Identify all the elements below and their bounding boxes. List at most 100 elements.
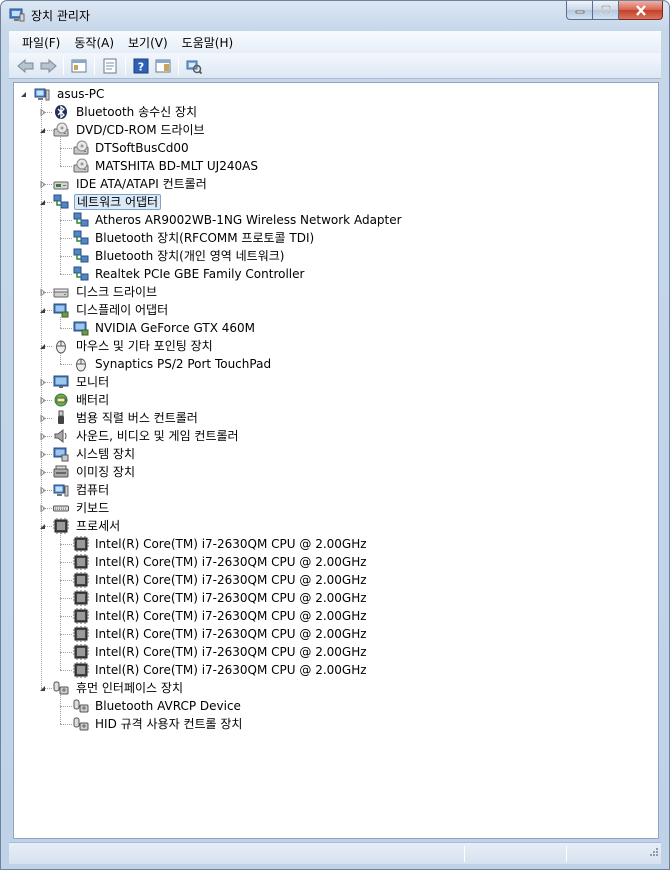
tree-device-node[interactable]: HID 규격 사용자 컨트롤 장치 [14, 715, 654, 733]
expanded-triangle-icon[interactable] [38, 342, 47, 351]
maximize-button[interactable] [593, 1, 619, 20]
scan-hardware-button[interactable] [183, 56, 205, 76]
network-adapter-icon [73, 212, 89, 228]
tree-category-node[interactable]: Bluetooth 송수신 장치 [14, 103, 654, 121]
menu-action[interactable]: 동작(A) [67, 32, 121, 53]
tree-device-node[interactable]: MATSHITA BD-MLT UJ240AS [14, 157, 654, 175]
tree-device-node[interactable]: Intel(R) Core(TM) i7-2630QM CPU @ 2.00GH… [14, 535, 654, 553]
tree-device-node[interactable]: Bluetooth 장치(개인 영역 네트워크) [14, 247, 654, 265]
menu-bar: 파일(F) 동작(A) 보기(V) 도움말(H) [9, 31, 661, 53]
tree-category-node[interactable]: 시스템 장치 [14, 445, 654, 463]
tree-node-label: Intel(R) Core(TM) i7-2630QM CPU @ 2.00GH… [95, 555, 367, 569]
tree-device-node[interactable]: Bluetooth AVRCP Device [14, 697, 654, 715]
action-pane-button[interactable] [152, 56, 174, 76]
tree-node-label: IDE ATA/ATAPI 컨트롤러 [76, 177, 207, 191]
tree-device-node[interactable]: Bluetooth 장치(RFCOMM 프로토콜 TDI) [14, 229, 654, 247]
tree-node-label: NVIDIA GeForce GTX 460M [95, 321, 255, 335]
tree-category-node[interactable]: DVD/CD-ROM 드라이브 [14, 121, 654, 139]
tree-device-node[interactable]: Intel(R) Core(TM) i7-2630QM CPU @ 2.00GH… [14, 571, 654, 589]
tree-device-node[interactable]: Intel(R) Core(TM) i7-2630QM CPU @ 2.00GH… [14, 661, 654, 679]
tree-node-label: 시스템 장치 [76, 447, 136, 461]
tree-category-node[interactable]: 이미징 장치 [14, 463, 654, 481]
tree-node-label: 모니터 [76, 375, 110, 389]
network-adapter-icon [53, 194, 69, 210]
expanded-triangle-icon[interactable] [38, 126, 47, 135]
window-title: 장치 관리자 [31, 9, 91, 23]
tree-device-node[interactable]: Synaptics PS/2 Port TouchPad [14, 355, 654, 373]
tree-device-node[interactable]: Atheros AR9002WB-1NG Wireless Network Ad… [14, 211, 654, 229]
collapsed-triangle-icon[interactable] [38, 180, 47, 189]
tree-category-node[interactable]: 프로세서 [14, 517, 654, 535]
tree-category-node[interactable]: IDE ATA/ATAPI 컨트롤러 [14, 175, 654, 193]
console-tree-button[interactable] [68, 56, 90, 76]
tree-node-label: 사운드, 비디오 및 게임 컨트롤러 [76, 429, 239, 443]
close-button[interactable] [619, 1, 663, 20]
tree-node-label: 이미징 장치 [76, 465, 136, 479]
toolbar-separator [94, 56, 95, 75]
forward-arrow-button[interactable] [37, 56, 59, 76]
device-tree-panel[interactable]: asus-PC Bluetooth 송수신 장치 DVD/CD-ROM 드라이브 DT… [13, 82, 659, 839]
expanded-triangle-icon[interactable] [38, 306, 47, 315]
tree-category-node[interactable]: 네트워크 어댑터 [14, 193, 654, 211]
usb-icon [53, 410, 69, 426]
properties-button[interactable] [99, 56, 121, 76]
collapsed-triangle-icon[interactable] [38, 504, 47, 513]
tree-category-node[interactable]: 휴먼 인터페이스 장치 [14, 679, 654, 697]
menu-help[interactable]: 도움말(H) [175, 32, 241, 53]
collapsed-triangle-icon[interactable] [38, 396, 47, 405]
help-button[interactable]: ? [130, 56, 152, 76]
tree-node-label: 컴퓨터 [76, 483, 110, 497]
tree-node-label: Bluetooth 송수신 장치 [76, 105, 198, 119]
tree-category-node[interactable]: 마우스 및 기타 포인팅 장치 [14, 337, 654, 355]
tree-device-node[interactable]: Intel(R) Core(TM) i7-2630QM CPU @ 2.00GH… [14, 643, 654, 661]
tree-category-node[interactable]: 범용 직렬 버스 컨트롤러 [14, 409, 654, 427]
tree-category-node[interactable]: 키보드 [14, 499, 654, 517]
tree-node-label: 휴먼 인터페이스 장치 [76, 681, 183, 695]
tree-device-node[interactable]: Intel(R) Core(TM) i7-2630QM CPU @ 2.00GH… [14, 607, 654, 625]
tree-category-node[interactable]: 컴퓨터 [14, 481, 654, 499]
expanded-triangle-icon[interactable] [38, 198, 47, 207]
toolbar: ? [9, 53, 661, 79]
tree-device-node[interactable]: NVIDIA GeForce GTX 460M [14, 319, 654, 337]
menu-file[interactable]: 파일(F) [15, 32, 67, 53]
collapsed-triangle-icon[interactable] [38, 108, 47, 117]
tree-category-node[interactable]: 디스크 드라이브 [14, 283, 654, 301]
tree-device-node[interactable]: Intel(R) Core(TM) i7-2630QM CPU @ 2.00GH… [14, 553, 654, 571]
tree-category-node[interactable]: 배터리 [14, 391, 654, 409]
tree-root-node[interactable]: asus-PC [14, 85, 654, 103]
tree-category-node[interactable]: 사운드, 비디오 및 게임 컨트롤러 [14, 427, 654, 445]
menu-view[interactable]: 보기(V) [121, 32, 175, 53]
tree-device-node[interactable]: Intel(R) Core(TM) i7-2630QM CPU @ 2.00GH… [14, 625, 654, 643]
tree-node-label: Intel(R) Core(TM) i7-2630QM CPU @ 2.00GH… [95, 645, 367, 659]
back-arrow-button[interactable] [15, 56, 37, 76]
status-bar [9, 842, 661, 864]
tree-node-label: 키보드 [76, 501, 110, 515]
tree-device-node[interactable]: DTSoftBusCd00 [14, 139, 654, 157]
collapsed-triangle-icon[interactable] [38, 432, 47, 441]
tree-node-label: DVD/CD-ROM 드라이브 [76, 123, 205, 137]
collapsed-triangle-icon[interactable] [38, 414, 47, 423]
collapsed-triangle-icon[interactable] [38, 450, 47, 459]
expanded-triangle-icon[interactable] [19, 90, 28, 99]
processor-icon [73, 662, 89, 678]
expanded-triangle-icon[interactable] [38, 684, 47, 693]
collapsed-triangle-icon[interactable] [38, 288, 47, 297]
tree-device-node[interactable]: Realtek PCIe GBE Family Controller [14, 265, 654, 283]
resize-grip-icon[interactable] [647, 847, 659, 862]
optical-drive-icon [73, 140, 89, 156]
tree-node-label: Intel(R) Core(TM) i7-2630QM CPU @ 2.00GH… [95, 573, 367, 587]
tree-node-label: MATSHITA BD-MLT UJ240AS [95, 159, 258, 173]
tree-device-node[interactable]: Intel(R) Core(TM) i7-2630QM CPU @ 2.00GH… [14, 589, 654, 607]
tree-category-node[interactable]: 모니터 [14, 373, 654, 391]
tree-category-node[interactable]: 디스플레이 어댑터 [14, 301, 654, 319]
tree-node-label: 네트워크 어댑터 [74, 194, 162, 210]
speaker-icon [53, 428, 69, 444]
title-bar[interactable]: 장치 관리자 [1, 1, 669, 29]
collapsed-triangle-icon[interactable] [38, 468, 47, 477]
collapsed-triangle-icon[interactable] [38, 378, 47, 387]
keyboard-icon [53, 500, 69, 516]
collapsed-triangle-icon[interactable] [38, 486, 47, 495]
tree-node-label: 프로세서 [76, 519, 121, 533]
expanded-triangle-icon[interactable] [38, 522, 47, 531]
minimize-button[interactable] [566, 1, 593, 20]
